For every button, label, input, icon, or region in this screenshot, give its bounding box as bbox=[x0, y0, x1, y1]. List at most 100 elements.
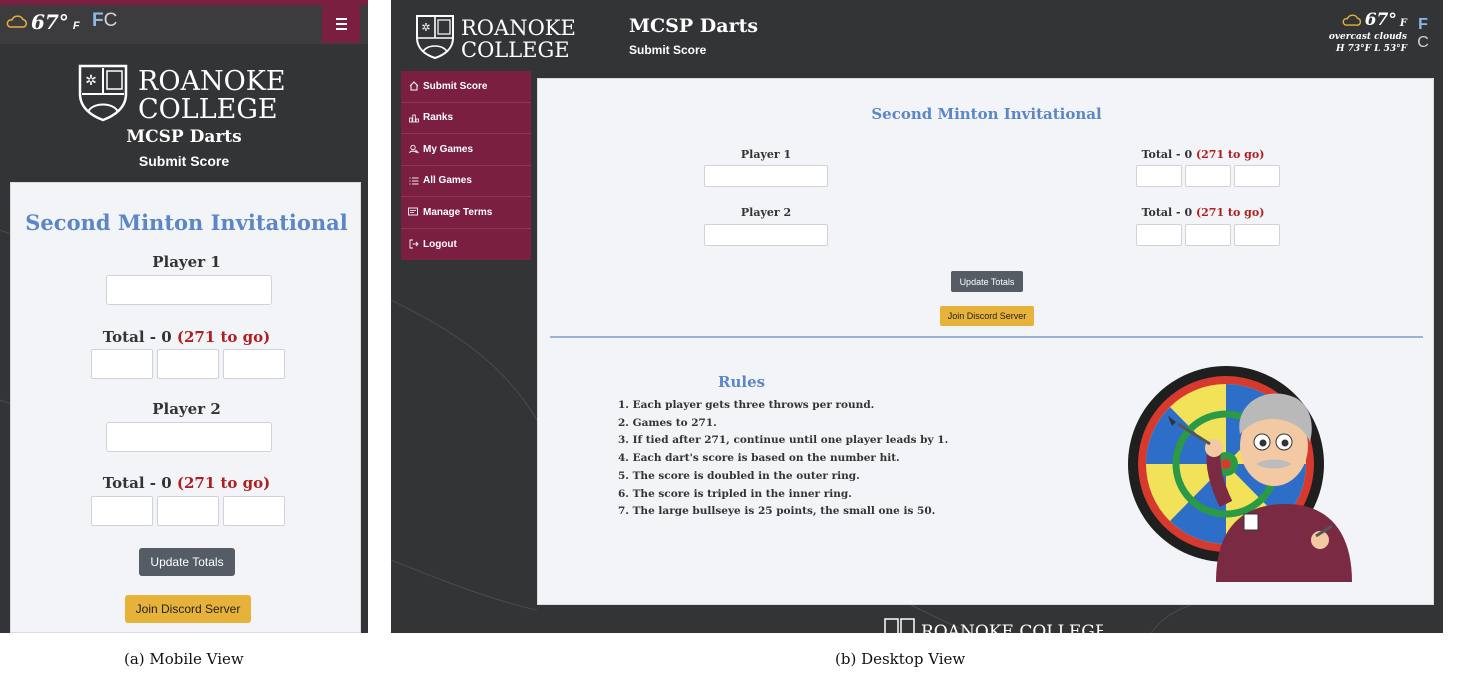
total-value: Total - 0 bbox=[102, 474, 177, 492]
cloud-icon bbox=[6, 15, 27, 28]
footer-logo[interactable]: ROANOKE COLLEGE bbox=[883, 615, 1103, 633]
player2-throw-2-input[interactable] bbox=[1185, 224, 1231, 246]
player2-throw-3-input[interactable] bbox=[1234, 224, 1280, 246]
sidebar-item-my-games[interactable]: My Games bbox=[401, 134, 531, 166]
svg-text:✲: ✲ bbox=[85, 73, 97, 89]
total-value: Total - 0 bbox=[1141, 206, 1196, 219]
player2-throw-1-input[interactable] bbox=[1136, 224, 1182, 246]
remaining-points: (271 to go) bbox=[1195, 148, 1265, 161]
remaining-points: (271 to go) bbox=[1195, 206, 1265, 219]
caption-mobile: (a) Mobile View bbox=[124, 650, 244, 668]
roanoke-college-logo[interactable]: ✲ ROANOKE COLLEGE bbox=[78, 64, 298, 122]
remaining-points: (271 to go) bbox=[176, 474, 271, 492]
top-accent-strip bbox=[0, 0, 368, 5]
player1-throw-1-input[interactable] bbox=[1136, 165, 1182, 187]
player1-label: Player 1 bbox=[152, 253, 221, 271]
player2-total: Total - 0 (271 to go) bbox=[11, 474, 362, 492]
rule-item: 6. The score is tripled in the inner rin… bbox=[618, 487, 852, 500]
rule-item: 7. The large bullseye is 25 points, the … bbox=[618, 505, 936, 518]
temperature-unit: F bbox=[72, 20, 80, 32]
rules-heading: Rules bbox=[718, 373, 766, 391]
roanoke-college-logo[interactable]: ✲ ROANOKE COLLEGE bbox=[415, 14, 583, 60]
sidebar-item-manage-terms[interactable]: Manage Terms bbox=[401, 197, 531, 229]
sidebar-item-submit-score[interactable]: Submit Score bbox=[401, 71, 531, 103]
unit-f[interactable]: F bbox=[1416, 16, 1430, 34]
rule-item: 2. Games to 271. bbox=[618, 416, 717, 429]
player2-name-input[interactable] bbox=[704, 224, 828, 246]
ranks-icon bbox=[408, 112, 419, 123]
player1-throw-3-input[interactable] bbox=[1234, 165, 1280, 187]
join-discord-button[interactable]: Join Discord Server bbox=[125, 595, 251, 623]
player2-total: Total - 0 (271 to go) bbox=[1128, 206, 1278, 219]
rule-item: 4. Each dart's score is based on the num… bbox=[618, 452, 900, 465]
unit-toggle[interactable]: F C bbox=[1416, 16, 1430, 52]
player2-throw-1-input[interactable] bbox=[91, 496, 153, 526]
player2-throw-2-input[interactable] bbox=[157, 496, 219, 526]
sidebar-item-logout[interactable]: Logout bbox=[401, 229, 531, 261]
player1-total: Total - 0 (271 to go) bbox=[11, 328, 362, 346]
weather-description: overcast clouds bbox=[1328, 32, 1407, 42]
cloud-icon bbox=[1342, 14, 1361, 26]
unit-c[interactable]: C bbox=[104, 10, 118, 31]
unit-c[interactable]: C bbox=[1416, 34, 1430, 52]
person-search-icon bbox=[408, 144, 419, 155]
remaining-points: (271 to go) bbox=[176, 328, 271, 346]
rules-list: 1. Each player gets three throws per rou… bbox=[618, 397, 948, 521]
rule-item: 5. The score is doubled in the outer rin… bbox=[618, 469, 860, 482]
sidebar-item-label: Submit Score bbox=[423, 80, 488, 92]
player1-throw-2-input[interactable] bbox=[157, 349, 219, 379]
sidebar-item-label: Manage Terms bbox=[423, 206, 493, 218]
mobile-top-bar: 67° F FC bbox=[0, 0, 368, 44]
weather-high-low: H 73°F L 53°F bbox=[1335, 44, 1407, 54]
update-totals-button[interactable]: Update Totals bbox=[139, 548, 235, 576]
player1-name-input[interactable] bbox=[106, 275, 272, 305]
player2-name-input[interactable] bbox=[106, 422, 272, 452]
sidebar-item-ranks[interactable]: Ranks bbox=[401, 103, 531, 134]
footer-logo-text: ROANOKE COLLEGE bbox=[921, 622, 1103, 633]
player1-throw-1-input[interactable] bbox=[91, 349, 153, 379]
event-title: Second Minton Invitational bbox=[25, 210, 348, 235]
caption-desktop: (b) Desktop View bbox=[835, 650, 966, 668]
player2-throw-3-input[interactable] bbox=[223, 496, 285, 526]
sidebar-item-label: Logout bbox=[423, 238, 457, 250]
app-title: MCSP Darts bbox=[629, 15, 759, 37]
terms-icon bbox=[408, 207, 419, 218]
hamburger-menu-button[interactable] bbox=[322, 5, 360, 43]
page-subtitle: Submit Score bbox=[138, 153, 230, 169]
sidebar-item-label: My Games bbox=[423, 143, 474, 155]
sidebar-item-all-games[interactable]: All Games bbox=[401, 166, 531, 197]
svg-text:✲: ✲ bbox=[421, 21, 430, 34]
player1-name-input[interactable] bbox=[704, 165, 828, 187]
section-divider bbox=[550, 336, 1423, 338]
app-title: MCSP Darts bbox=[126, 127, 242, 147]
rule-item: 3. If tied after 271, continue until one… bbox=[618, 434, 949, 447]
total-value: Total - 0 bbox=[102, 328, 177, 346]
player2-label: Player 2 bbox=[740, 206, 792, 219]
unit-f[interactable]: F bbox=[92, 10, 104, 31]
player2-label: Player 2 bbox=[152, 400, 221, 418]
page-subtitle: Submit Score bbox=[629, 43, 707, 57]
join-discord-button[interactable]: Join Discord Server bbox=[940, 306, 1034, 326]
sidebar-nav: Submit Score Ranks My Games All Games Ma… bbox=[401, 71, 531, 260]
event-title: Second Minton Invitational bbox=[871, 105, 1102, 123]
home-icon bbox=[408, 81, 419, 92]
player1-throw-3-input[interactable] bbox=[223, 349, 285, 379]
weather-widget: 67° F overcast clouds H 73°F L 53°F bbox=[1329, 10, 1407, 54]
update-totals-button[interactable]: Update Totals bbox=[951, 271, 1023, 292]
logout-icon bbox=[408, 239, 419, 250]
weather-widget: 67° F bbox=[6, 10, 80, 34]
desktop-view: ✲ ROANOKE COLLEGE MCSP Darts Submit Scor… bbox=[391, 0, 1443, 633]
unit-toggle[interactable]: FC bbox=[92, 10, 117, 32]
player1-throw-2-input[interactable] bbox=[1185, 165, 1231, 187]
temperature: 67° bbox=[1364, 10, 1397, 30]
logo-line-1: ROANOKE bbox=[461, 16, 576, 40]
hamburger-line bbox=[335, 23, 347, 25]
logo-line-1: ROANOKE bbox=[138, 66, 286, 97]
temperature-unit: F bbox=[1399, 17, 1407, 29]
hamburger-line bbox=[335, 18, 347, 20]
list-icon bbox=[408, 175, 419, 186]
logo-line-2: COLLEGE bbox=[138, 94, 278, 122]
player1-label: Player 1 bbox=[740, 148, 792, 161]
mobile-view: 67° F FC ✲ ROANOKE COLLEGE MCSP Darts Su… bbox=[0, 0, 368, 633]
total-value: Total - 0 bbox=[1141, 148, 1196, 161]
